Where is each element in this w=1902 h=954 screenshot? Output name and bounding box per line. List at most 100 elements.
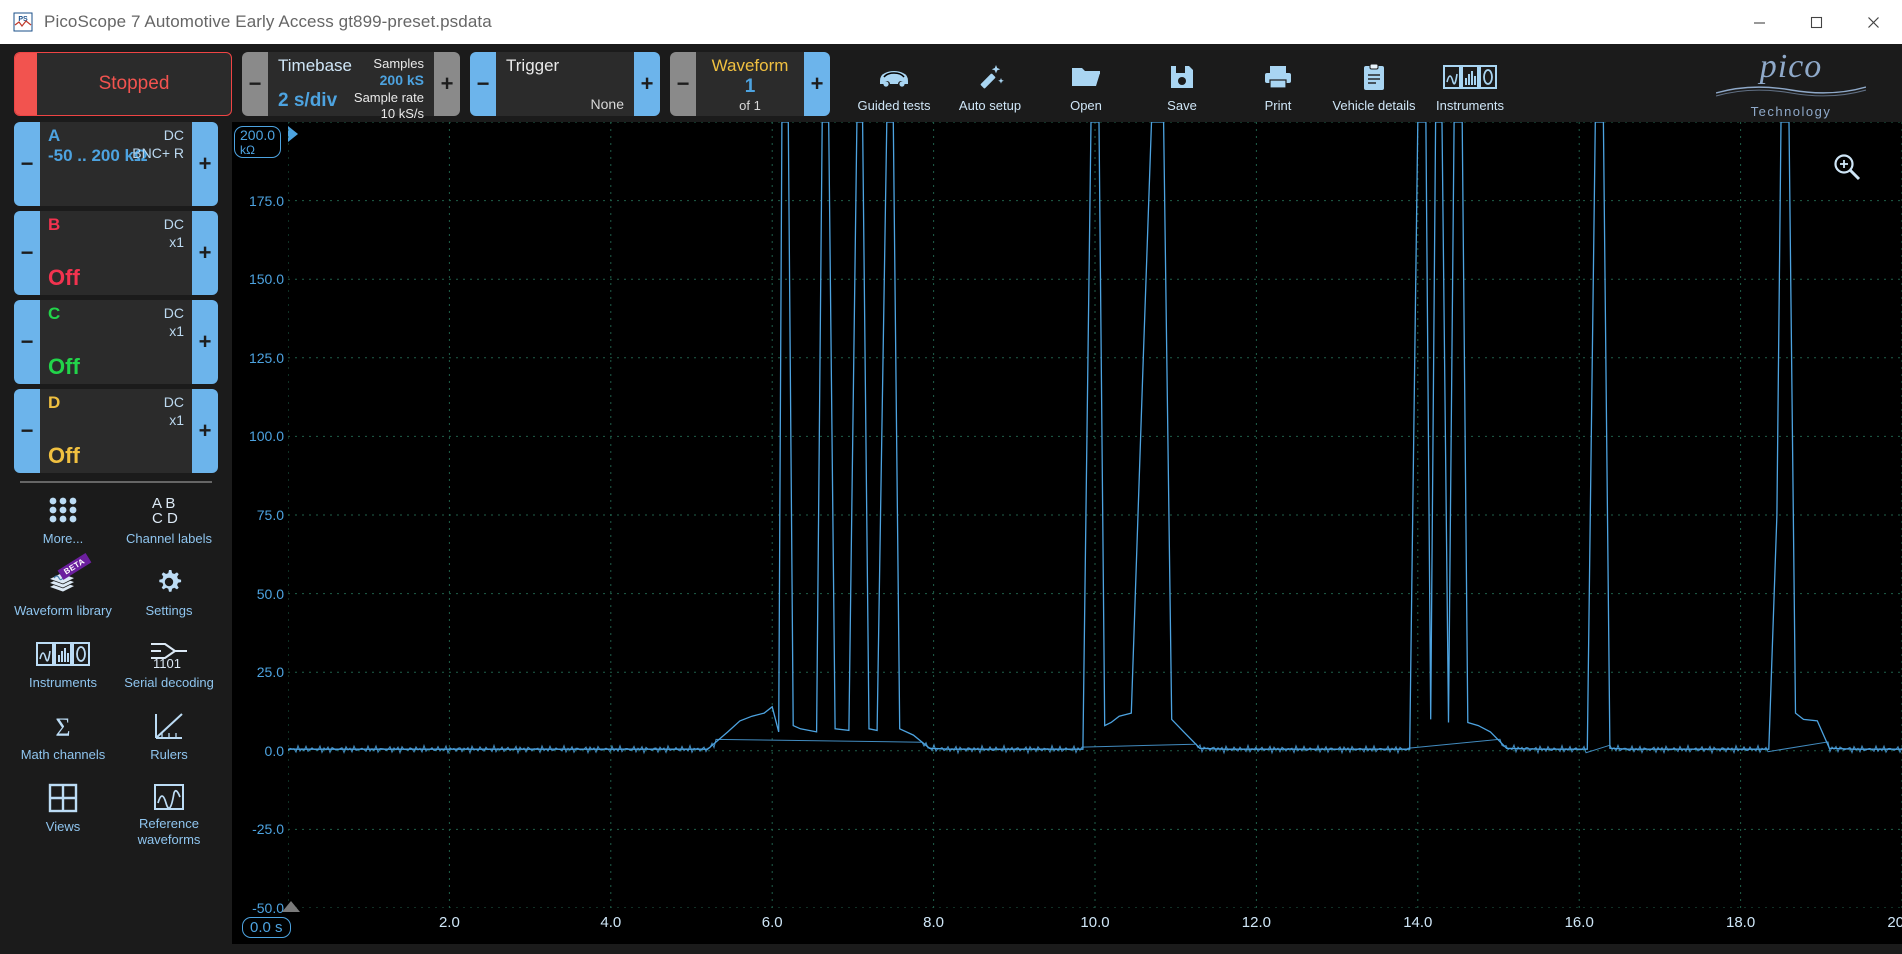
y-axis-tick: 150.0 [248,271,284,288]
tool-reference-waveforms[interactable]: Reference waveforms [116,775,222,847]
folder-icon [1070,58,1102,96]
pico-logo-subtitle: Technology [1750,104,1832,119]
samples-label: Samples [373,56,424,71]
tool-label: Reference waveforms [137,816,201,847]
guided-tests-label: Guided tests [857,98,931,113]
pico-logo-wave [1715,86,1867,97]
y-axis: 200.0 kΩ 175.0 150.0 125.0 100.0 75.0 50.0 25.0 0… [232,122,288,944]
y-axis-tick: -50.0 [252,900,284,916]
sample-rate-value: 10 kS/s [380,106,424,121]
channel-row-a[interactable]: − A -50 .. 200 kΩ DC BNC+ R + [14,122,218,206]
close-button[interactable] [1845,0,1902,44]
y-axis-top-label[interactable]: 200.0 kΩ [234,126,282,158]
tool-instruments[interactable]: Instruments [10,631,116,703]
scope-graph[interactable]: 200.0 kΩ 175.0 150.0 125.0 100.0 75.0 50.0 25.0 0… [232,121,1902,944]
waveform-increase-button[interactable]: + [804,52,830,116]
x-axis-tick: 4.0 [600,914,622,931]
trigger-control: − Trigger None + [470,52,660,116]
channel-b-increase-button[interactable]: + [192,211,218,295]
y-axis-tick: 125.0 [248,349,284,366]
window-titlebar: PS PicoScope 7 Automotive Early Access g… [0,0,1902,44]
time-origin-marker[interactable] [282,901,300,912]
open-button[interactable]: Open [1038,52,1134,122]
channel-row-c[interactable]: − C Off DC x1 + [14,300,218,384]
pico-logo-text: pico [1759,48,1823,85]
waveform-number: 1 [744,76,756,97]
channel-c-body[interactable]: C Off DC x1 [40,300,192,384]
y-axis-tick: 75.0 [256,507,284,523]
waveform-library-icon: BETA [45,553,92,601]
window-controls [1731,0,1902,44]
tool-math-channels[interactable]: Σ Math channels [10,703,116,775]
grid-dots-icon [46,491,80,529]
y-axis-tick: 175.0 [248,192,284,209]
trigger-title: Trigger [506,56,560,75]
channel-list: − A -50 .. 200 kΩ DC BNC+ R + − B Off DC x1 + − C Off D… [0,122,232,473]
tool-label: Rulers [150,747,188,762]
tool-waveform-library[interactable]: BETA Waveform library [10,553,116,631]
channel-c-increase-button[interactable]: + [192,300,218,384]
x-axis-tick: 16.0 [1564,914,1594,931]
channel-d-decrease-button[interactable]: − [14,389,40,473]
channel-a-decrease-button[interactable]: − [14,122,40,206]
instruments-button[interactable]: Instruments [1422,52,1518,122]
channel-a-increase-button[interactable]: + [192,122,218,206]
serial-decoding-icon: 1101 [147,635,191,673]
zoom-in-icon[interactable] [1832,152,1862,187]
tool-grid: More... A BC D Channel labels BETA Waveform … [0,487,232,847]
guided-tests-button[interactable]: Guided tests [846,52,942,122]
channel-a-body[interactable]: A -50 .. 200 kΩ DC BNC+ R [40,122,192,206]
channel-b-decrease-button[interactable]: − [14,211,40,295]
instruments-icon [1443,58,1497,96]
samples-value: 200 kS [379,72,424,89]
x-axis-tick: 20.0 [1887,914,1902,931]
trigger-decrease-button[interactable]: − [470,52,496,116]
y-axis-tick: -25.0 [252,821,284,838]
trigger-increase-button[interactable]: + [634,52,660,116]
channel-d-increase-button[interactable]: + [192,389,218,473]
printer-icon [1264,58,1292,96]
auto-setup-button[interactable]: Auto setup [942,52,1038,122]
channel-b-settings: DC x1 [163,216,184,251]
trigger-value: None [590,96,624,112]
svg-text:Σ: Σ [55,713,70,741]
tool-label: Instruments [29,675,97,690]
x-axis: 2.0 4.0 6.0 8.0 10.0 12.0 14.0 16.0 18.0 20.0 [288,908,1902,944]
plot-area[interactable] [287,121,1902,909]
waveform-decrease-button[interactable]: − [670,52,696,116]
tool-views[interactable]: Views [10,775,116,847]
channel-b-body[interactable]: B Off DC x1 [40,211,192,295]
open-label: Open [1070,98,1102,113]
channel-row-d[interactable]: − D Off DC x1 + [14,389,218,473]
tool-channel-labels[interactable]: A BC D Channel labels [116,487,222,559]
tool-more[interactable]: More... [10,487,116,559]
pico-technology-logo: pico Technology [1706,50,1876,119]
views-icon [48,779,78,817]
y-axis-tick: 100.0 [248,428,284,445]
maximize-button[interactable] [1788,0,1845,44]
instruments-toolbar-label: Instruments [1436,98,1504,113]
channel-c-decrease-button[interactable]: − [14,300,40,384]
vehicle-details-button[interactable]: Vehicle details [1326,52,1422,122]
minimize-button[interactable] [1731,0,1788,44]
waveform-svg [287,121,1902,909]
tool-label: Views [45,819,81,834]
run-stop-button[interactable]: Stopped [14,52,232,116]
save-button[interactable]: Save [1134,52,1230,122]
clipboard-icon [1363,58,1385,96]
magic-wand-icon [975,58,1005,96]
x-axis-tick: 10.0 [1080,914,1110,931]
sample-rate-label: Sample rate [353,89,424,105]
tool-serial-decoding[interactable]: 1101 Serial decoding [116,631,222,703]
channel-row-b[interactable]: − B Off DC x1 + [14,211,218,295]
waveform-title: Waveform [711,56,789,75]
timebase-increase-button[interactable]: + [434,52,460,116]
car-icon [877,58,911,96]
channel-d-state: Off [48,443,80,468]
tool-settings[interactable]: Settings [116,559,222,631]
print-button[interactable]: Print [1230,52,1326,122]
timebase-decrease-button[interactable]: − [242,52,268,116]
tool-rulers[interactable]: Rulers [116,703,222,775]
channel-d-body[interactable]: D Off DC x1 [40,389,192,473]
waveform-control: − Waveform 1 of 1 + [670,52,830,116]
